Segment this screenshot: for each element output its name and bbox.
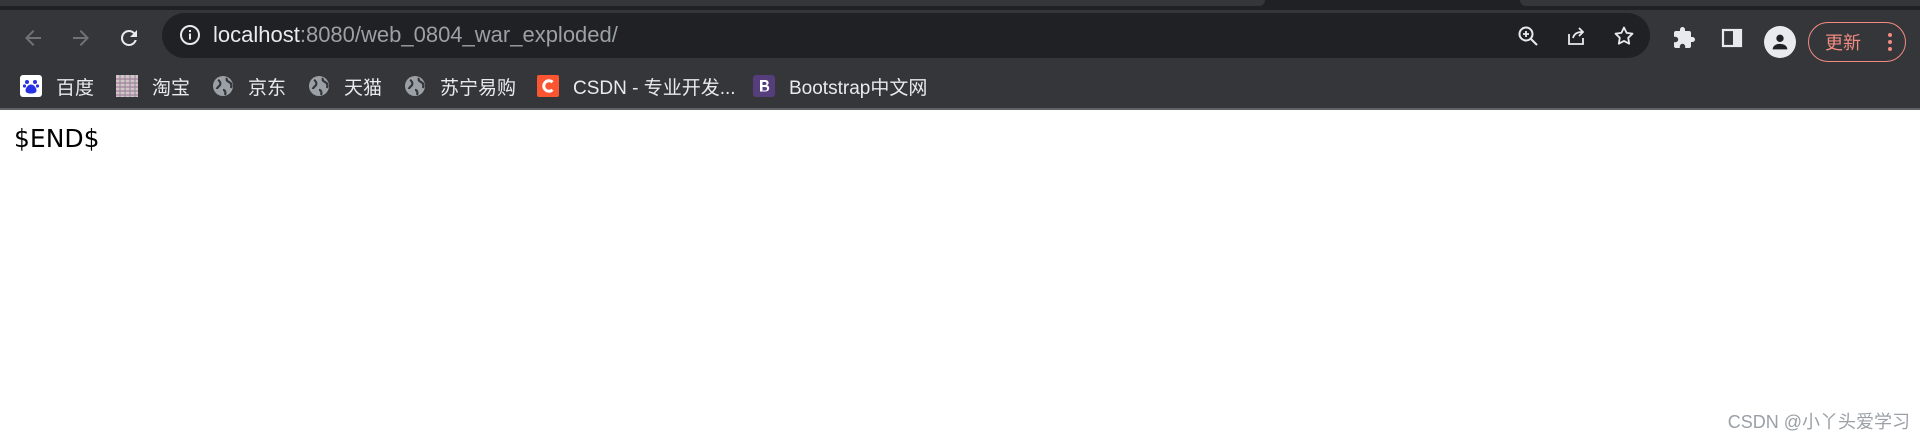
bookmark-tmall[interactable]: 天猫 [308,73,382,99]
bookmark-label: 天猫 [344,77,383,99]
bookmarks-bar: 百度 淘宝 京东 天猫 苏宁易购 CSDN - 专业开发... Bootstra… [0,65,1920,110]
page-content: $END$ [14,124,100,153]
profile-avatar[interactable] [1764,26,1796,58]
bookmark-star-icon[interactable] [1610,22,1638,50]
update-label: 更新 [1825,33,1861,53]
taobao-icon [116,75,138,97]
bookmark-label: 百度 [56,77,95,99]
globe-icon [404,75,426,97]
browser-toolbar: localhost:8080/web_0804_war_exploded/ 更新 [0,10,1920,65]
bookmark-baidu[interactable]: 百度 [20,73,94,99]
bookmark-label: Bootstrap中文网 [789,77,928,99]
forward-button[interactable] [64,21,98,55]
baidu-icon [20,75,42,97]
reload-button[interactable] [112,21,146,55]
extensions-icon[interactable] [1670,24,1698,52]
bookmark-label: CSDN - 专业开发... [573,77,736,99]
reload-icon [120,29,137,46]
bookmark-label: 京东 [248,77,287,99]
side-panel-icon[interactable] [1718,24,1746,52]
bookmark-taobao[interactable]: 淘宝 [116,73,190,99]
tab-strip [0,0,1920,10]
bookmark-label: 淘宝 [152,77,191,99]
bookmark-csdn[interactable]: CSDN - 专业开发... [537,73,736,99]
tab-strip-right [1520,0,1920,6]
url-path: :8080/web_0804_war_exploded/ [299,22,618,47]
bookmark-bootstrap[interactable]: Bootstrap中文网 [753,73,927,99]
globe-icon [212,75,234,97]
globe-icon [308,75,330,97]
site-info-icon[interactable] [178,23,202,47]
arrow-left-icon [25,30,41,46]
bookmark-label: 苏宁易购 [440,77,517,99]
url-host: localhost [213,22,300,47]
bookmark-suning[interactable]: 苏宁易购 [404,73,516,99]
person-icon [1772,34,1788,50]
more-menu-icon [1888,33,1892,51]
bookmark-jd[interactable]: 京东 [212,73,286,99]
zoom-icon[interactable] [1514,22,1542,50]
back-button[interactable] [16,21,50,55]
address-bar[interactable]: localhost:8080/web_0804_war_exploded/ [162,13,1650,58]
csdn-icon [537,75,559,97]
update-button[interactable]: 更新 [1808,22,1906,62]
share-icon[interactable] [1562,22,1590,50]
bootstrap-icon [753,75,775,97]
watermark: CSDN @小丫头爱学习 [1727,412,1910,432]
active-tab[interactable] [0,0,1265,6]
arrow-right-icon [73,30,89,46]
url-text[interactable]: localhost:8080/web_0804_war_exploded/ [213,23,618,47]
